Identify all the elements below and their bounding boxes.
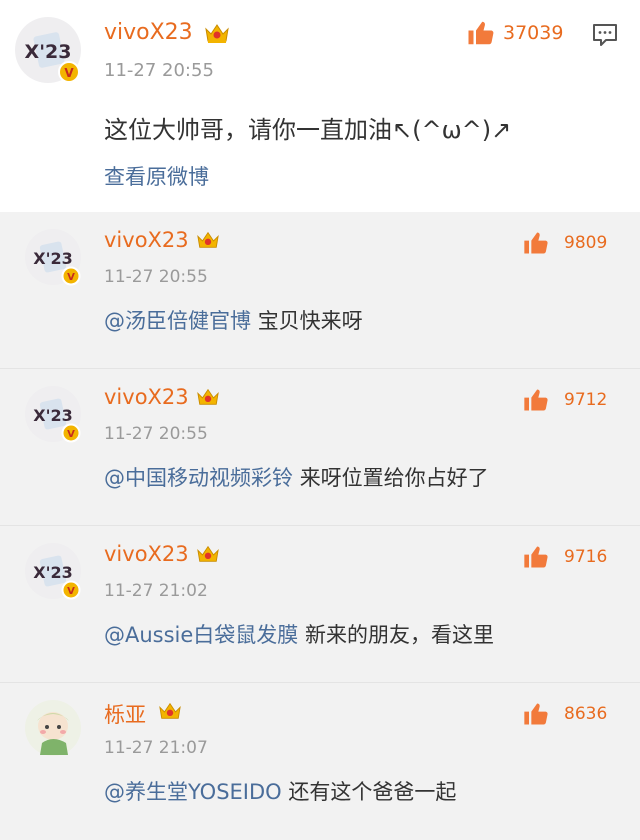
reply-body: 来呀位置给你占好了 — [299, 466, 489, 490]
svg-text:V: V — [67, 586, 75, 597]
crown-icon — [204, 21, 230, 49]
reply-body: 新来的朋友，看这里 — [305, 623, 494, 647]
list-item: 栎亚 11-27 21:07 8636 @养生堂YOSEIDO 还有这个爸爸一起 — [0, 683, 640, 840]
svg-text:V: V — [67, 429, 75, 440]
reply-body: 宝贝快来呀 — [257, 309, 363, 333]
like-count: 9716 — [564, 547, 608, 567]
timestamp: 11-27 21:02 — [104, 581, 208, 601]
main-post: X'23 V vivoX23 11-27 20:55 37039 这位大帅哥，请… — [0, 0, 640, 212]
post-text: 这位大帅哥，请你一直加油↖(^ω^)↗ — [104, 116, 512, 144]
thumbs-up-icon[interactable] — [522, 543, 550, 575]
reply-text: @Aussie白袋鼠发膜 新来的朋友，看这里 — [104, 619, 494, 649]
svg-text:V: V — [64, 66, 74, 80]
like-count: 8636 — [564, 704, 608, 724]
svg-text:V: V — [67, 272, 75, 283]
timestamp: 11-27 20:55 — [104, 424, 208, 444]
reply-body: 还有这个爸爸一起 — [288, 780, 457, 804]
svg-text:X'23: X'23 — [33, 563, 73, 582]
reply-text: @中国移动视频彩铃 来呀位置给你占好了 — [104, 462, 489, 492]
comment-icon[interactable] — [592, 22, 618, 52]
svg-text:X'23: X'23 — [33, 249, 73, 268]
thumbs-up-icon[interactable] — [522, 229, 550, 261]
avatar[interactable]: X'23 V — [24, 542, 82, 600]
username[interactable]: 栎亚 — [104, 699, 146, 729]
reply-list: X'23 V vivoX23 11-27 20:55 9809 @汤臣倍健官博 … — [0, 212, 640, 840]
like-count: 9712 — [564, 390, 608, 410]
crown-icon — [158, 700, 182, 726]
reply-text: @养生堂YOSEIDO 还有这个爸爸一起 — [104, 776, 456, 806]
timestamp: 11-27 20:55 — [104, 60, 214, 81]
username[interactable]: vivoX23 — [104, 20, 193, 45]
list-item: X'23 V vivoX23 11-27 20:55 9809 @汤臣倍健官博 … — [0, 212, 640, 369]
mention-link[interactable]: @汤臣倍健官博 — [104, 309, 251, 333]
like-count: 9809 — [564, 233, 608, 253]
view-original-link[interactable]: 查看原微博 — [104, 161, 209, 191]
username[interactable]: vivoX23 — [104, 542, 189, 566]
list-item: X'23 V vivoX23 11-27 20:55 9712 @中国移动视频彩… — [0, 369, 640, 526]
username[interactable]: vivoX23 — [104, 385, 189, 409]
timestamp: 11-27 20:55 — [104, 267, 208, 287]
avatar[interactable]: X'23 V — [24, 228, 82, 286]
thumbs-up-icon[interactable] — [522, 386, 550, 418]
mention-link[interactable]: @中国移动视频彩铃 — [104, 466, 293, 490]
username[interactable]: vivoX23 — [104, 228, 189, 252]
thumbs-up-icon[interactable] — [522, 700, 550, 732]
mention-link[interactable]: @Aussie白袋鼠发膜 — [104, 623, 298, 647]
mention-link[interactable]: @养生堂YOSEIDO — [104, 780, 282, 804]
svg-text:X'23: X'23 — [25, 41, 72, 63]
crown-icon — [196, 386, 220, 412]
list-item: X'23 V vivoX23 11-27 21:02 9716 @Aussie白… — [0, 526, 640, 683]
avatar[interactable]: X'23 V — [14, 16, 82, 84]
svg-text:X'23: X'23 — [33, 406, 73, 425]
avatar[interactable] — [24, 699, 82, 757]
thumbs-up-icon[interactable] — [466, 18, 496, 52]
like-count: 37039 — [503, 22, 564, 44]
reply-text: @汤臣倍健官博 宝贝快来呀 — [104, 305, 363, 335]
timestamp: 11-27 21:07 — [104, 738, 208, 758]
crown-icon — [196, 543, 220, 569]
crown-icon — [196, 229, 220, 255]
avatar[interactable]: X'23 V — [24, 385, 82, 443]
